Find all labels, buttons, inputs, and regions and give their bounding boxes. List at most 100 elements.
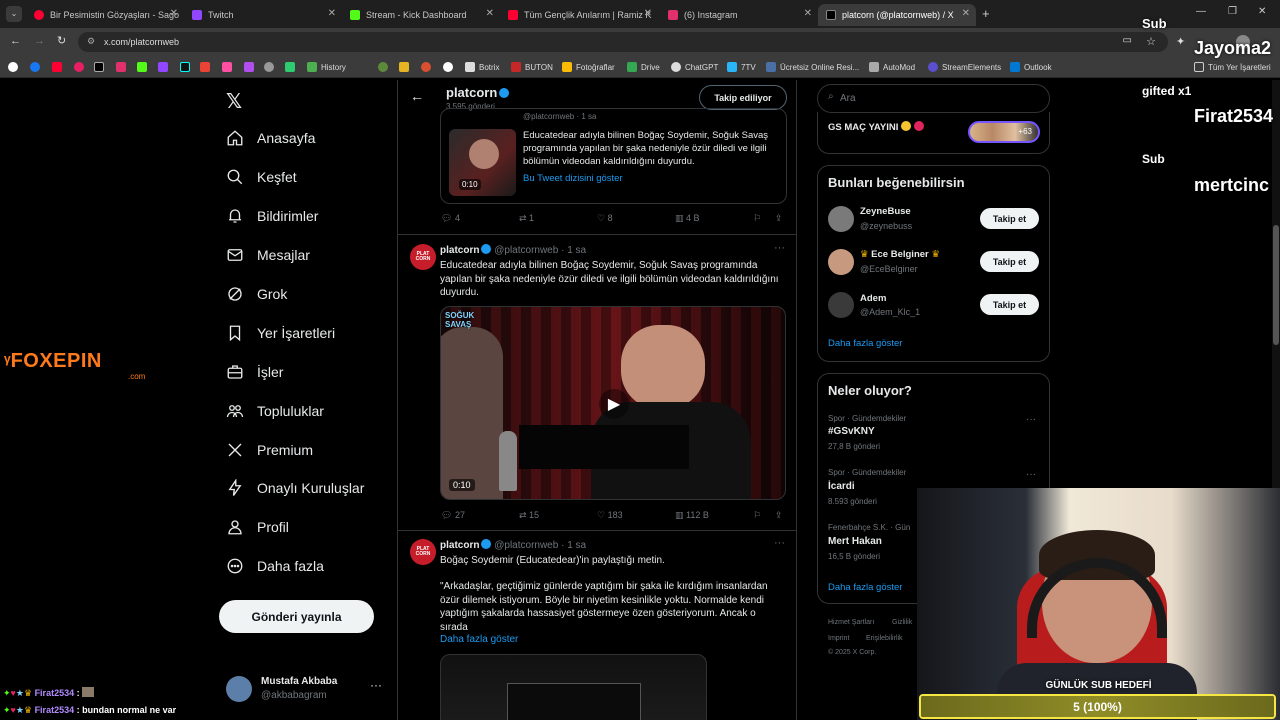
follow-button[interactable]: Takip et — [980, 294, 1039, 315]
trend-more-icon[interactable]: ··· — [1026, 414, 1036, 425]
suggestion-avatar[interactable] — [828, 292, 854, 318]
nav-more[interactable]: Daha fazla — [226, 553, 324, 579]
extensions-icon[interactable]: ✦ — [1176, 35, 1185, 48]
footer-terms[interactable]: Hizmet Şartları — [828, 619, 874, 626]
show-more-suggestions[interactable]: Daha fazla göster — [828, 338, 902, 349]
bookmark-twitch[interactable] — [158, 61, 172, 73]
close-icon[interactable]: ✕ — [170, 8, 178, 19]
tweet-avatar[interactable]: PLAT CORN — [410, 539, 436, 565]
bookmark-extra-1[interactable] — [378, 61, 392, 73]
close-window-button[interactable]: ✕ — [1258, 6, 1266, 17]
live-space-card[interactable]: GS MAÇ YAYINI +63 — [817, 112, 1050, 154]
bookmark-drive[interactable]: Drive — [627, 61, 660, 73]
close-icon[interactable]: ✕ — [644, 8, 652, 19]
restore-button[interactable]: ❐ — [1228, 6, 1237, 17]
bookmark-purple[interactable] — [244, 61, 258, 73]
nav-communities[interactable]: Topluluklar — [226, 398, 324, 424]
show-more-link[interactable]: Daha fazla göster — [440, 634, 518, 645]
account-switcher[interactable]: Mustafa Akbaba @akbabagram ··· — [226, 672, 386, 706]
tweet-media-preview[interactable] — [440, 654, 707, 720]
close-icon[interactable]: ✕ — [804, 8, 812, 19]
footer-imprint[interactable]: Imprint — [828, 635, 849, 642]
reload-icon[interactable]: ↻ — [57, 34, 66, 47]
back-icon[interactable]: ← — [10, 35, 21, 47]
bookmark-all[interactable]: Tüm Yer İşaretleri — [1194, 61, 1271, 73]
nav-premium[interactable]: Premium — [226, 437, 313, 463]
reply-button[interactable]: 💬︎ 27 — [441, 510, 465, 521]
suggestion-name[interactable]: ZeyneBuse — [860, 206, 911, 217]
bookmark-streamelements[interactable]: StreamElements — [928, 61, 1001, 73]
bookmark-automod[interactable]: AutoMod — [869, 61, 915, 73]
video-player[interactable]: SOĞUK SAVAŞ ▶ 0:10 — [440, 306, 786, 500]
nav-verified-orgs[interactable]: Onaylı Kuruluşlar — [226, 475, 364, 501]
nav-grok[interactable]: Grok — [226, 281, 287, 307]
views-button[interactable]: ▥ 112 B — [675, 510, 709, 521]
play-icon[interactable]: ▶ — [599, 389, 629, 419]
bookmark-pink[interactable] — [222, 61, 236, 73]
views-button[interactable]: ▥ 4 B — [675, 213, 700, 224]
share-button[interactable]: ⇪ — [775, 510, 783, 521]
suggestion-avatar[interactable] — [828, 206, 854, 232]
minimize-button[interactable]: — — [1196, 6, 1206, 17]
close-icon[interactable]: ✕ — [328, 8, 336, 19]
bookmark-kick[interactable] — [137, 61, 151, 73]
tweet-more-icon[interactable]: ··· — [774, 537, 785, 549]
bookmark-extra-3[interactable] — [421, 61, 435, 73]
site-info-icon[interactable]: ⚙ — [87, 36, 95, 47]
bookmark-outlook[interactable]: Outlook — [1010, 61, 1052, 73]
bookmark-button[interactable]: ⚐ — [753, 213, 761, 224]
tab-search-button[interactable]: ⌄ — [6, 6, 22, 22]
address-bar[interactable]: ⚙ x.com/platcornweb ☆ ▭ — [78, 32, 1168, 52]
tab-3[interactable]: Tüm Gençlik Anılarım | Ramiz K ✕ — [500, 4, 658, 26]
nav-notifications[interactable]: Bildirimler — [226, 203, 318, 229]
bookmark-youtube[interactable] — [52, 61, 66, 73]
quoted-thumbnail[interactable]: 0:10 — [449, 129, 516, 196]
tab-2[interactable]: Stream - Kick Dashboard ✕ — [342, 4, 500, 26]
bookmark-fotograflar[interactable]: Fotoğraflar — [562, 61, 615, 73]
close-icon[interactable]: ✕ — [486, 8, 494, 19]
tweet-author[interactable]: platcorn — [440, 245, 479, 256]
bookmark-music[interactable] — [74, 61, 88, 73]
listener-avatars[interactable]: +63 — [968, 121, 1040, 143]
bookmark-botrix[interactable]: Botrix — [465, 61, 499, 73]
footer-accessibility[interactable]: Erişilebilirlik — [866, 635, 903, 642]
bookmark-buton[interactable]: BUTON — [511, 61, 553, 73]
trend-name[interactable]: İcardi — [828, 481, 855, 492]
footer-privacy[interactable]: Gizlilik — [892, 619, 912, 626]
quoted-tweet-card[interactable]: @platcornweb · 1 sa 0:10 Educatedear adı… — [440, 108, 787, 204]
nav-messages[interactable]: Mesajlar — [226, 242, 310, 268]
show-thread-link[interactable]: Bu Tweet dizisini göster — [523, 173, 623, 184]
show-more-trends[interactable]: Daha fazla göster — [828, 582, 902, 593]
bookmark-x[interactable] — [94, 61, 108, 73]
bookmark-gray[interactable] — [264, 61, 278, 73]
repost-button[interactable]: ⇄ 1 — [519, 213, 534, 224]
bookmark-gmail[interactable] — [200, 61, 214, 73]
repost-button[interactable]: ⇄ 15 — [519, 510, 539, 521]
nav-home[interactable]: Anasayfa — [226, 125, 315, 151]
bookmark-extra-4[interactable] — [443, 61, 457, 73]
nav-jobs[interactable]: İşler — [226, 359, 283, 385]
bookmark-tiktok[interactable] — [180, 61, 194, 73]
tweet-more-icon[interactable]: ··· — [774, 242, 785, 254]
bookmark-button[interactable]: ⚐ — [753, 510, 761, 521]
post-button[interactable]: Gönderi yayınla — [219, 600, 374, 633]
trend-name[interactable]: Mert Hakan — [828, 536, 882, 547]
reply-button[interactable]: 💬︎ 4 — [441, 213, 460, 224]
like-button[interactable]: ♡ 183 — [597, 510, 623, 521]
cast-icon[interactable]: ▭ — [1123, 35, 1132, 46]
bookmark-7tv[interactable]: 7TV — [727, 61, 756, 73]
tab-0[interactable]: Bir Pesimistin Gözyaşları - Sago ✕ — [26, 4, 184, 26]
tab-4[interactable]: (6) Instagram ✕ — [660, 4, 818, 26]
suggestion-name-row[interactable]: ♛ Ece Belginer ♛ — [860, 249, 940, 260]
trend-name[interactable]: #GSvKNY — [828, 426, 875, 437]
suggestion-avatar[interactable] — [828, 249, 854, 275]
new-tab-button[interactable]: + — [982, 6, 990, 21]
follow-button[interactable]: Takip et — [980, 251, 1039, 272]
share-button[interactable]: ⇪ — [775, 213, 783, 224]
forward-icon[interactable]: → — [34, 35, 45, 47]
bookmark-green[interactable] — [285, 61, 299, 73]
trend-more-icon[interactable]: ··· — [1026, 469, 1036, 480]
x-logo-icon[interactable]: 𝕏 — [226, 89, 242, 114]
suggestion-name[interactable]: Adem — [860, 293, 886, 304]
tweet-author[interactable]: platcorn — [440, 540, 479, 551]
